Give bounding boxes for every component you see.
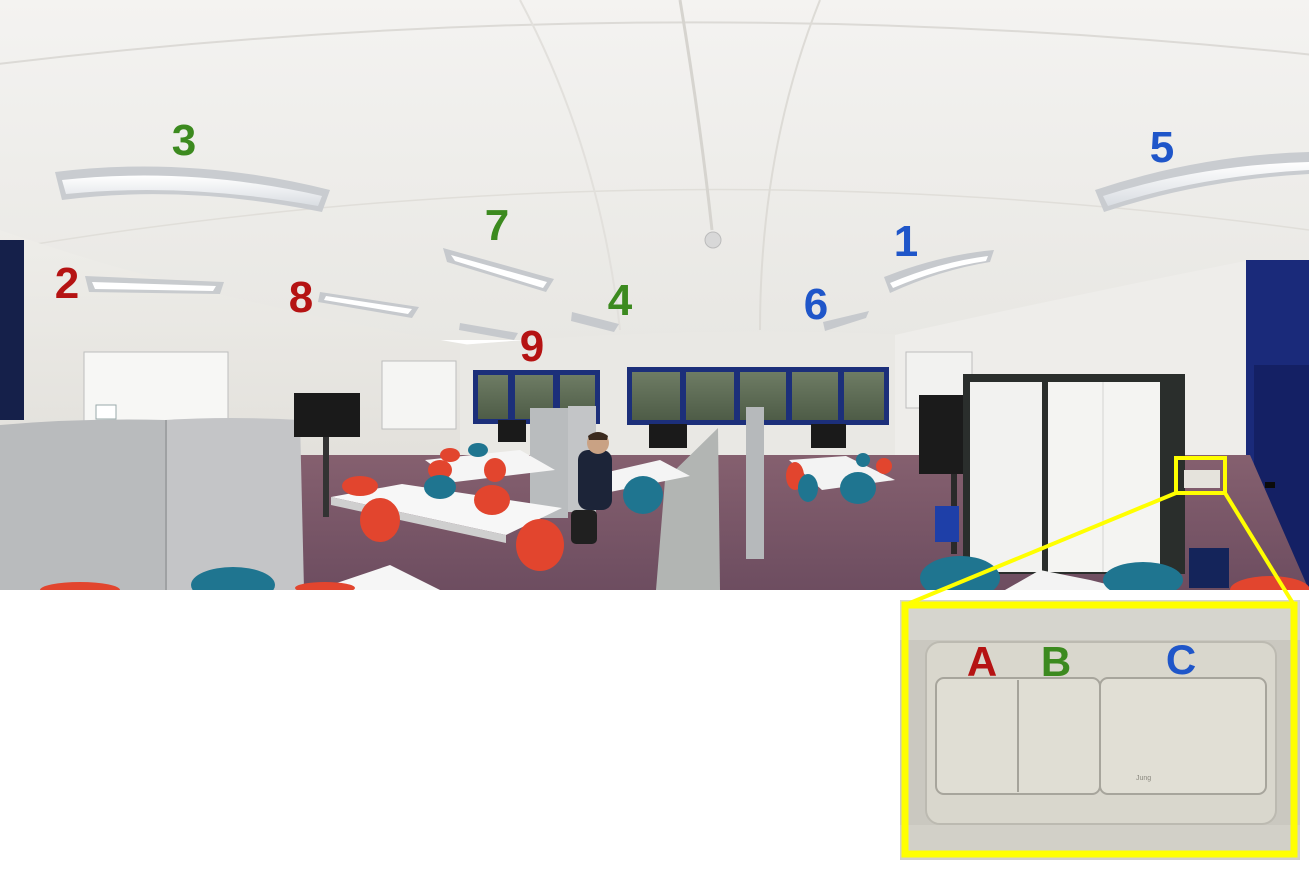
light-label-2: 2 bbox=[54, 259, 80, 308]
switch-label-b: B bbox=[1040, 638, 1072, 685]
switch-label-c: C bbox=[1165, 636, 1197, 683]
light-label-7: 7 bbox=[484, 201, 510, 250]
switch-label-a: A bbox=[966, 638, 998, 685]
room-panorama-photo bbox=[0, 0, 1309, 590]
light-label-8: 8 bbox=[288, 273, 314, 322]
light-label-5: 5 bbox=[1149, 123, 1175, 172]
switch-brand-mark: Jung bbox=[1136, 775, 1151, 782]
light-label-3: 3 bbox=[171, 116, 197, 165]
light-label-6: 6 bbox=[803, 280, 829, 329]
light-label-9: 9 bbox=[519, 322, 545, 371]
light-label-4: 4 bbox=[607, 276, 633, 325]
switch-zoom-inset: Jung bbox=[900, 600, 1300, 860]
light-label-1: 1 bbox=[893, 217, 919, 266]
